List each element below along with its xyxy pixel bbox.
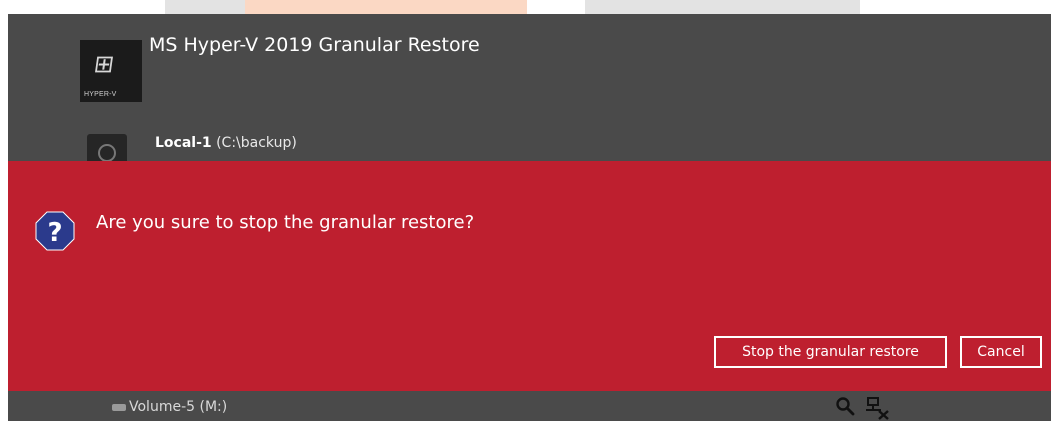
destination-path: (C:\backup)	[216, 135, 297, 151]
app-title: MS Hyper-V 2019 Granular Restore	[149, 34, 480, 56]
search-icon[interactable]	[834, 396, 856, 418]
drive-icon	[112, 403, 126, 411]
confirm-stop-dialog: ? Are you sure to stop the granular rest…	[8, 161, 1051, 391]
volume-label: Volume-5 (M:)	[129, 399, 228, 415]
network-disconnected-icon[interactable]	[865, 396, 891, 420]
destination-name: Local-1	[155, 135, 212, 151]
top-strip-peach	[245, 0, 527, 14]
top-strip-gray-right	[585, 0, 860, 14]
windows-logo-icon: ⊞ HYPER-V	[80, 40, 142, 102]
top-strip-gray-left	[165, 0, 245, 14]
destination-label: Local-1 (C:\backup)	[155, 135, 297, 151]
top-partial-strip	[0, 0, 1059, 14]
volume-row[interactable]: Volume-5 (M:)	[112, 399, 227, 415]
local-disk-icon	[87, 134, 127, 164]
app-icon-caption: HYPER-V	[84, 91, 117, 98]
stop-granular-restore-button[interactable]: Stop the granular restore	[714, 336, 947, 368]
svg-text:?: ?	[47, 218, 62, 248]
cancel-button[interactable]: Cancel	[960, 336, 1042, 368]
dialog-message: Are you sure to stop the granular restor…	[96, 212, 475, 233]
question-icon: ?	[35, 211, 75, 251]
